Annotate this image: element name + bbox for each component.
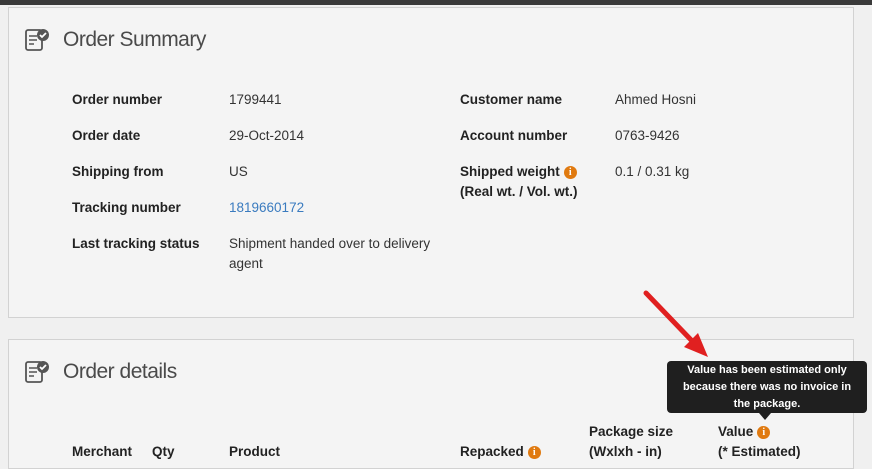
col-header-value: Value i (718, 422, 771, 442)
order-details-header: Order details (23, 354, 177, 390)
shipped-weight-label: Shipped weight i (460, 162, 577, 182)
shipping-from-value: US (229, 164, 248, 179)
shipped-weight-sublabel: (Real wt. / Vol. wt.) (460, 184, 578, 199)
red-arrow-icon (643, 290, 708, 357)
col-header-qty: Qty (152, 444, 175, 459)
shipped-weight-value: 0.1 / 0.31 kg (615, 164, 690, 179)
order-date-value: 29-Oct-2014 (229, 128, 305, 143)
last-tracking-status-value-cont: agent (229, 256, 263, 271)
tracking-number-label: Tracking number (72, 200, 181, 215)
col-header-package-size: Package size (589, 424, 674, 439)
tracking-number-link[interactable]: 1819660172 (229, 198, 304, 218)
customer-name-value: Ahmed Hosni (615, 92, 697, 107)
account-number-label: Account number (460, 128, 568, 143)
document-check-icon (25, 361, 49, 383)
document-check-icon (25, 29, 49, 51)
last-tracking-status-value: Shipment handed over to delivery (229, 236, 431, 251)
info-icon[interactable]: i (527, 446, 541, 459)
tooltip-caret (759, 413, 771, 420)
col-header-value-text: Value (718, 424, 754, 439)
account-number-value: 0763-9426 (615, 128, 680, 143)
order-number-value: 1799441 (229, 92, 282, 107)
col-header-repacked: Repacked i (460, 442, 541, 462)
panel-title: Order Summary (63, 28, 206, 51)
col-header-package-size-unit: (Wxlxh - in) (589, 444, 662, 459)
order-summary-panel: Order Summary Order number 1799441 Order… (8, 7, 854, 318)
col-header-merchant: Merchant (72, 444, 133, 459)
last-tracking-status-label: Last tracking status (72, 236, 200, 251)
info-icon[interactable]: i (563, 166, 577, 179)
order-summary-header: Order Summary (23, 22, 206, 58)
top-bar (0, 0, 872, 5)
col-header-value-note: (* Estimated) (718, 444, 801, 459)
customer-name-label: Customer name (460, 92, 563, 107)
shipped-weight-label-text: Shipped weight (460, 164, 560, 179)
shipping-from-label: Shipping from (72, 164, 164, 179)
tooltip-line: the package. (733, 398, 801, 410)
value-tooltip: Value has been estimated only because th… (667, 361, 867, 413)
col-header-product: Product (229, 444, 281, 459)
panel-title: Order details (63, 360, 177, 383)
order-date-label: Order date (72, 128, 141, 143)
order-number-label: Order number (72, 92, 163, 107)
info-icon[interactable]: i (757, 426, 771, 439)
tooltip-line: because there was no invoice in (682, 381, 852, 393)
